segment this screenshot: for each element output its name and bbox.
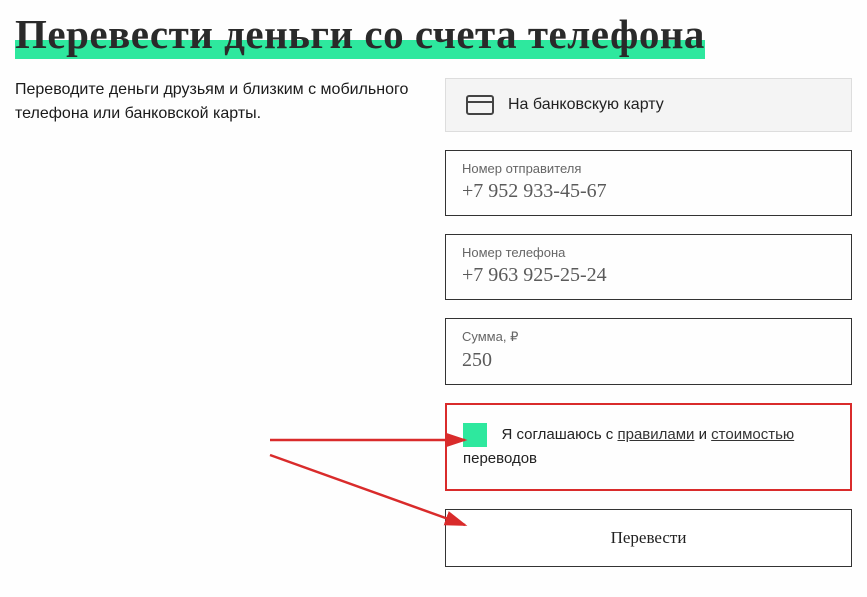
tab-card-label: На банковскую карту [508, 96, 664, 114]
sender-number-field[interactable]: Номер отправителя [445, 150, 852, 216]
transfer-button[interactable]: Перевести [445, 509, 852, 567]
consent-prefix: Я соглашаюсь с [501, 426, 617, 443]
phone-number-field[interactable]: Номер телефона [445, 234, 852, 300]
consent-mid: и [694, 426, 711, 443]
cost-link[interactable]: стоимостью [711, 426, 794, 443]
rules-link[interactable]: правилами [617, 426, 694, 443]
consent-checkbox[interactable] [463, 423, 487, 447]
sender-number-input[interactable] [462, 180, 835, 203]
card-icon [466, 95, 494, 115]
phone-number-label: Номер телефона [462, 245, 835, 260]
amount-field[interactable]: Сумма, ₽ [445, 318, 852, 385]
description-text: Переводите деньги друзьям и близким с мо… [15, 78, 415, 126]
consent-suffix: переводов [463, 450, 537, 467]
amount-label: Сумма, ₽ [462, 329, 835, 345]
consent-container: Я соглашаюсь с правилами и стоимостью пе… [445, 403, 852, 491]
transfer-method-tab[interactable]: На банковскую карту [445, 78, 852, 132]
page-title: Перевести деньги со счета телефона [15, 11, 705, 59]
phone-number-input[interactable] [462, 264, 835, 287]
sender-number-label: Номер отправителя [462, 161, 835, 176]
amount-input[interactable] [462, 349, 835, 372]
consent-text: Я соглашаюсь с правилами и стоимостью пе… [463, 426, 794, 467]
